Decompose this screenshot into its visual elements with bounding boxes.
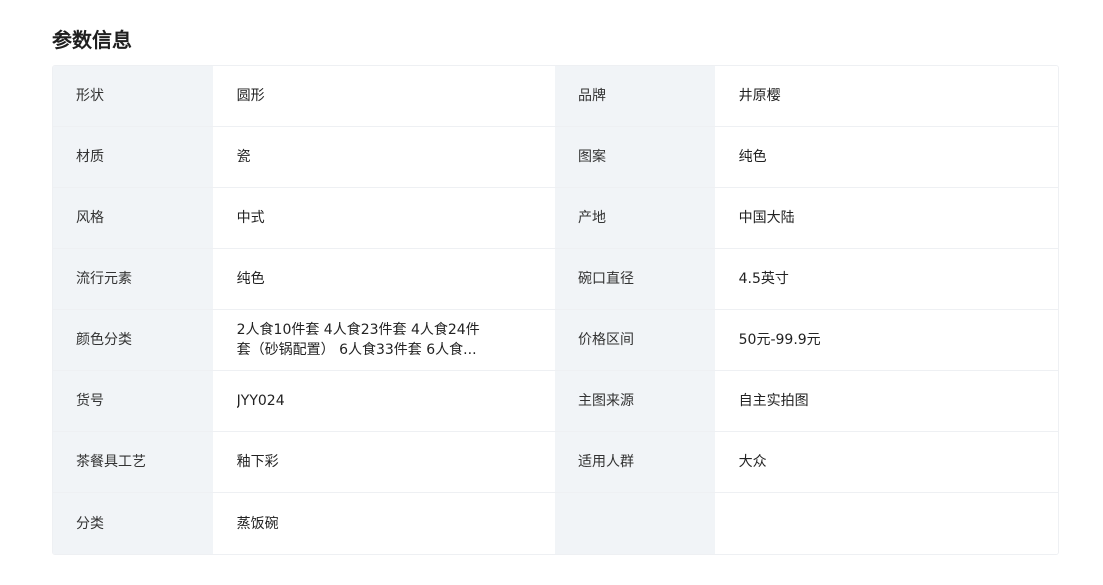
param-label: 产地 xyxy=(555,188,715,248)
param-value: 纯色 xyxy=(714,127,1058,187)
param-value-empty xyxy=(714,493,1058,554)
param-label: 茶餐具工艺 xyxy=(53,432,213,492)
param-label: 价格区间 xyxy=(555,310,715,370)
param-value-text: 50元-99.9元 xyxy=(738,332,821,348)
param-value-text: 2人食10件套 4人食23件套 4人食24件套（砂锅配置） 6人食33件套 6人… xyxy=(236,322,480,358)
param-value: 井原樱 xyxy=(714,66,1058,126)
table-row: 材质 瓷 图案 纯色 xyxy=(53,127,1058,188)
table-row: 颜色分类 2人食10件套 4人食23件套 4人食24件套（砂锅配置） 6人食33… xyxy=(53,310,1058,371)
param-label: 流行元素 xyxy=(53,249,213,309)
param-value-text: 纯色 xyxy=(738,149,767,165)
param-value: 纯色 xyxy=(212,249,555,309)
param-value-text: 中国大陆 xyxy=(738,210,795,226)
param-label: 适用人群 xyxy=(555,432,715,492)
param-value: 中式 xyxy=(212,188,555,248)
param-value: 大众 xyxy=(714,432,1058,492)
param-value-text: 自主实拍图 xyxy=(738,393,809,409)
page: 参数信息 形状 圆形 品牌 井原樱 材质 瓷 图案 纯色 风格 中式 产地 中国… xyxy=(0,0,1103,585)
table-row: 茶餐具工艺 釉下彩 适用人群 大众 xyxy=(53,432,1058,493)
param-value: 50元-99.9元 xyxy=(714,310,1058,370)
param-value: 蒸饭碗 xyxy=(212,493,555,554)
param-value: 圆形 xyxy=(212,66,555,126)
param-value-text: 瓷 xyxy=(236,149,251,165)
param-label: 碗口直径 xyxy=(555,249,715,309)
param-label: 形状 xyxy=(53,66,213,126)
param-label: 分类 xyxy=(53,493,213,554)
param-label: 材质 xyxy=(53,127,213,187)
param-value-text: 井原樱 xyxy=(738,88,781,104)
param-label: 风格 xyxy=(53,188,213,248)
table-row: 货号 JYY024 主图来源 自主实拍图 xyxy=(53,371,1058,432)
param-value-text: 釉下彩 xyxy=(236,454,279,470)
param-value-text: 纯色 xyxy=(236,271,265,287)
param-value: 中国大陆 xyxy=(714,188,1058,248)
param-value: JYY024 xyxy=(212,371,555,431)
param-label: 主图来源 xyxy=(555,371,715,431)
param-value-text: 大众 xyxy=(738,454,767,470)
param-label: 品牌 xyxy=(555,66,715,126)
param-value-text: 圆形 xyxy=(236,88,265,104)
param-value-text: JYY024 xyxy=(236,393,285,409)
table-row: 分类 蒸饭碗 xyxy=(53,493,1058,554)
table-row: 风格 中式 产地 中国大陆 xyxy=(53,188,1058,249)
section-title: 参数信息 xyxy=(52,28,132,52)
param-value-text: 4.5英寸 xyxy=(738,271,789,287)
param-value: 瓷 xyxy=(212,127,555,187)
param-label: 颜色分类 xyxy=(53,310,213,370)
param-value: 2人食10件套 4人食23件套 4人食24件套（砂锅配置） 6人食33件套 6人… xyxy=(212,310,555,370)
param-value-text: 蒸饭碗 xyxy=(236,515,279,532)
param-value-text: 中式 xyxy=(236,210,265,226)
param-label: 图案 xyxy=(555,127,715,187)
table-row: 形状 圆形 品牌 井原樱 xyxy=(53,66,1058,127)
parameter-table: 形状 圆形 品牌 井原樱 材质 瓷 图案 纯色 风格 中式 产地 中国大陆 流行… xyxy=(52,65,1059,555)
param-value: 自主实拍图 xyxy=(714,371,1058,431)
table-row: 流行元素 纯色 碗口直径 4.5英寸 xyxy=(53,249,1058,310)
param-label: 货号 xyxy=(53,371,213,431)
param-value: 4.5英寸 xyxy=(714,249,1058,309)
param-value: 釉下彩 xyxy=(212,432,555,492)
param-label-empty xyxy=(555,493,715,554)
